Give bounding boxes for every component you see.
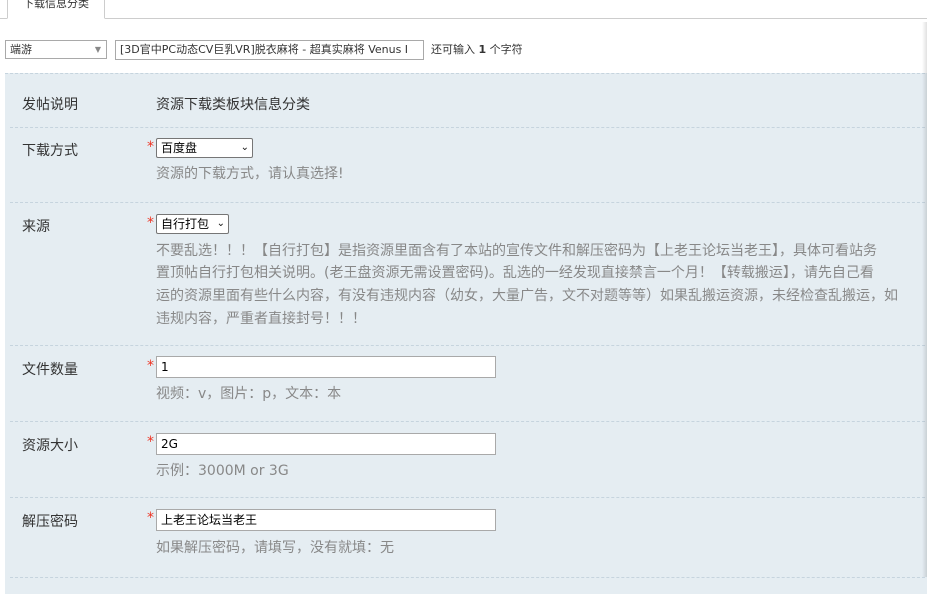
chevron-down-icon: ⌄: [240, 142, 249, 153]
source-desc-line-4: 违规内容，严重者直接封号！！！: [156, 311, 366, 327]
source-select[interactable]: 自行打包 ⌄: [156, 214, 229, 234]
subject-row: 端游 ▼ [3D官中PC动态CV巨乳VR]脱衣麻将 - 超真实麻将 Venus …: [0, 38, 927, 62]
size-label: 资源大小: [22, 438, 78, 454]
scrollbar-edge: [922, 22, 927, 577]
type-select[interactable]: 端游 ▼: [5, 40, 107, 59]
type-select-value: 端游: [10, 43, 32, 56]
required-mark: *: [147, 434, 154, 450]
source-desc-line-2: 置顶帖自行打包相关说明。(老王盘资源无需设置密码)。乱选的一经发现直接禁言一个月…: [156, 265, 874, 281]
download-method-value: 百度盘: [161, 141, 198, 155]
source-desc-line-1: 不要乱选！！！【自行打包】是指资源里面含有了本站的宣传文件和解压密码为【上老王论…: [156, 243, 877, 259]
row-source: 来源 * 自行打包 ⌄ 不要乱选！！！【自行打包】是指资源里面含有了本站的宣传文…: [10, 202, 927, 346]
tab-bar: 下载信息分类: [0, 0, 927, 19]
char-hint-suffix: 个字符: [489, 43, 523, 56]
download-method-select[interactable]: 百度盘 ⌄: [156, 138, 253, 158]
char-hint-count: 1: [478, 43, 487, 56]
post-desc-label: 发帖说明: [22, 97, 78, 113]
char-count-hint: 还可输入 1 个字符: [431, 40, 523, 60]
required-mark: *: [147, 215, 154, 231]
required-mark: *: [147, 510, 154, 526]
form-panel: 发帖说明 资源下载类板块信息分类 下载方式 * 百度盘 ⌄ 资源的下载方式，请认…: [5, 73, 927, 594]
password-input[interactable]: 上老王论坛当老王: [156, 509, 496, 531]
file-count-input[interactable]: 1: [156, 356, 496, 378]
source-desc-line-3: 运的资源里面有些什么内容，有没有违规内容（幼女，大量广告，文不对题等等）如果乱搬…: [156, 288, 898, 304]
char-hint-prefix: 还可输入: [431, 43, 475, 56]
file-count-label: 文件数量: [22, 362, 78, 378]
password-desc: 如果解压密码，请填写，没有就填：无: [156, 540, 394, 556]
required-mark: *: [147, 358, 154, 374]
source-label: 来源: [22, 219, 50, 235]
file-count-desc: 视频：v，图片：p，文本：本: [156, 386, 342, 402]
download-method-desc: 资源的下载方式，请认真选择!: [156, 166, 344, 182]
row-post-desc: 发帖说明 资源下载类板块信息分类: [10, 74, 927, 128]
row-size: 资源大小 * 2G 示例：3000M or 3G: [10, 421, 927, 498]
chevron-down-icon: ⌄: [216, 218, 225, 229]
required-mark: *: [147, 139, 154, 155]
chevron-down-icon: ▼: [94, 45, 101, 54]
row-download-method: 下载方式 * 百度盘 ⌄ 资源的下载方式，请认真选择!: [10, 127, 927, 203]
size-desc: 示例：3000M or 3G: [156, 463, 289, 479]
source-value: 自行打包: [161, 217, 210, 231]
row-file-count: 文件数量 * 1 视频：v，图片：p，文本：本: [10, 345, 927, 422]
size-input[interactable]: 2G: [156, 433, 496, 455]
post-desc-value: 资源下载类板块信息分类: [156, 97, 310, 113]
tab-download-info[interactable]: 下载信息分类: [7, 0, 105, 19]
password-label: 解压密码: [22, 514, 78, 530]
title-input[interactable]: [3D官中PC动态CV巨乳VR]脱衣麻将 - 超真实麻将 Venus I: [115, 40, 424, 60]
download-method-label: 下载方式: [22, 143, 78, 159]
row-password: 解压密码 * 上老王论坛当老王 如果解压密码，请填写，没有就填：无: [10, 497, 927, 578]
